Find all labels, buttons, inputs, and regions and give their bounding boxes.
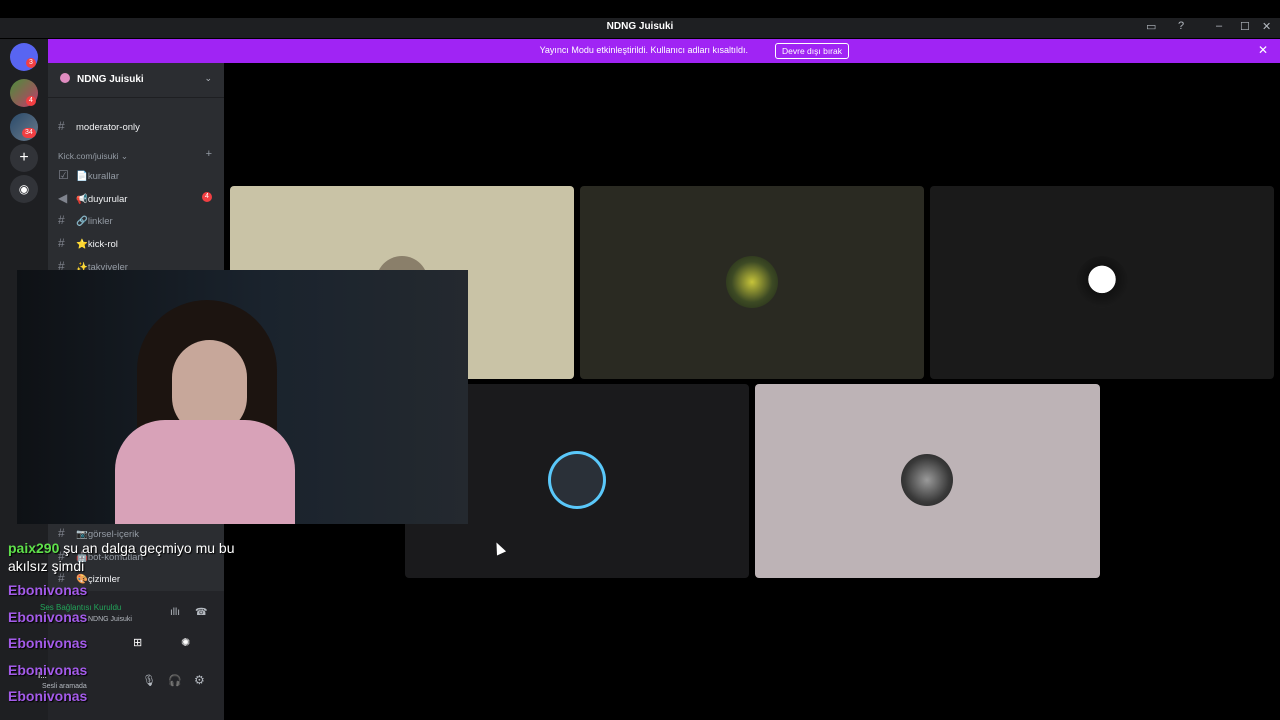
participant-tile-5[interactable]: [755, 384, 1100, 578]
close-window-icon[interactable]: ✕: [1262, 20, 1271, 33]
headphones-icon[interactable]: 🎧: [168, 674, 182, 687]
chat-message: Ebonivonas: [8, 609, 88, 625]
soundboard-icon[interactable]: ıllı: [170, 607, 180, 618]
window-title: NDNG Juisuki: [606, 21, 674, 32]
participant-avatar: [726, 256, 778, 308]
chat-message: Ebonivonas: [8, 582, 88, 598]
server-badge: 4: [26, 96, 36, 106]
explore-icon[interactable]: ◉: [10, 175, 38, 203]
chevron-down-icon[interactable]: ⌄: [204, 73, 212, 84]
chat-username: paix290: [8, 540, 60, 556]
participant-tile-2[interactable]: [580, 186, 924, 379]
add-channel-icon[interactable]: +: [206, 148, 212, 160]
guild-icon: [60, 73, 70, 83]
server-badge-2: 34: [22, 128, 36, 138]
streamer-mode-banner: Yayıncı Modu etkinleştirildi. Kullanıcı …: [48, 39, 1280, 63]
chat-message: paix290 şu an dalga geçmiyo mu bu akılsı…: [8, 539, 258, 575]
add-server-icon[interactable]: +: [10, 144, 38, 172]
maximize-icon[interactable]: ☐: [1240, 20, 1250, 33]
activities-icon[interactable]: ⊞: [133, 636, 142, 649]
channel-kick-rol[interactable]: # ⭐kick-rol: [58, 236, 118, 250]
hash-icon: #: [58, 119, 65, 133]
close-banner-icon[interactable]: ✕: [1258, 43, 1268, 57]
channel-linkler[interactable]: # 🔗linkler: [58, 213, 113, 227]
hash-icon: #: [58, 213, 65, 227]
voice-server: NDNG Juisuki: [88, 616, 132, 623]
participant-tile-3[interactable]: [930, 186, 1274, 379]
rules-icon: ☑: [58, 168, 69, 182]
settings-gear-icon[interactable]: ⚙: [194, 673, 205, 687]
inbox-icon[interactable]: ▭: [1146, 20, 1156, 33]
announcement-icon: ◀: [58, 191, 68, 205]
category-header[interactable]: Kick.com/juisuki ⌄: [58, 151, 128, 162]
noise-suppression-icon[interactable]: ✺: [181, 636, 190, 649]
participant-avatar: [901, 454, 953, 506]
webcam-overlay: [17, 270, 468, 524]
microphone-icon[interactable]: 🎙: [142, 674, 156, 687]
minimize-icon[interactable]: –: [1216, 20, 1222, 32]
hash-icon: #: [58, 526, 65, 540]
channel-gorsel-icerik[interactable]: # 📷görsel-içerik: [58, 526, 139, 540]
streamer-body: [115, 420, 295, 524]
home-badge: 3: [26, 58, 36, 68]
hash-icon: #: [58, 236, 65, 250]
channel-duyurular[interactable]: ◀ 📢duyurular: [58, 191, 127, 205]
speaking-avatar: [551, 454, 603, 506]
help-icon[interactable]: ?: [1178, 20, 1184, 32]
chat-message: Ebonivonas: [8, 635, 88, 651]
chat-message: Ebonivonas: [8, 662, 88, 678]
guild-header[interactable]: NDNG Juisuki ⌄: [48, 63, 224, 98]
channel-moderator-only[interactable]: # moderator-only: [58, 119, 140, 133]
disconnect-icon[interactable]: ☎: [195, 607, 207, 618]
banner-message: Yayıncı Modu etkinleştirildi. Kullanıcı …: [539, 45, 748, 55]
mention-badge: 4: [202, 192, 212, 202]
guild-name: NDNG Juisuki: [77, 74, 144, 85]
disable-button[interactable]: Devre dışı bırak: [775, 43, 849, 59]
channel-kurallar[interactable]: ☑ 📄kurallar: [58, 168, 119, 182]
participant-avatar: [1076, 256, 1128, 308]
title-bar: NDNG Juisuki ▭ ? – ☐ ✕: [0, 18, 1280, 38]
chat-message: Ebonivonas: [8, 688, 88, 704]
